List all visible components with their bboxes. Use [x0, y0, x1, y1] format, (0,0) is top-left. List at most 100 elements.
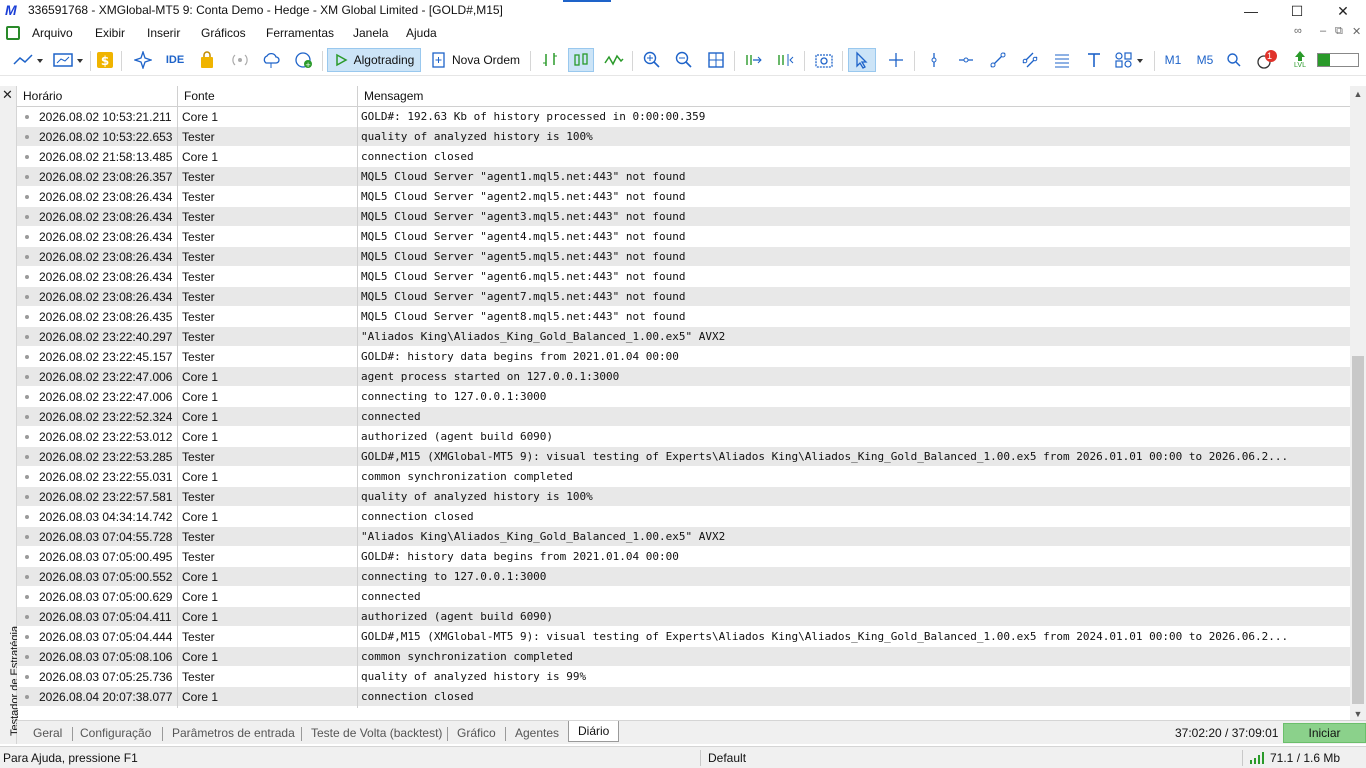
table-row[interactable]: 2026.08.02 21:58:13.485 Core 1 connection …: [17, 147, 1350, 167]
column-header-time[interactable]: Horário: [17, 86, 178, 107]
chart-type-icon[interactable]: [10, 48, 46, 72]
mdi-pin-icon[interactable]: ∞: [1294, 25, 1302, 37]
cell-source: Tester: [182, 350, 215, 364]
table-row[interactable]: 2026.08.02 23:08:26.357 Tester MQL5 Cloud …: [17, 167, 1350, 187]
svg-text:$: $: [101, 54, 109, 68]
vertical-line-icon[interactable]: [922, 48, 946, 72]
vertical-scrollbar[interactable]: ▲ ▼: [1350, 86, 1366, 722]
menu-ajuda[interactable]: Ajuda: [406, 26, 437, 40]
tab-geral[interactable]: Geral: [31, 724, 64, 742]
table-row[interactable]: 2026.08.02 23:22:53.012 Core 1 authorized …: [17, 427, 1350, 447]
dollar-icon[interactable]: $: [94, 48, 116, 72]
menu-inserir[interactable]: Inserir: [147, 26, 180, 40]
document-icon[interactable]: [6, 26, 20, 40]
close-icon[interactable]: ✕: [1320, 0, 1366, 22]
mdi-close-icon[interactable]: ✕: [1352, 25, 1361, 38]
table-row[interactable]: 2026.08.03 07:05:00.629 Core 1 connected: [17, 587, 1350, 607]
zoom-in-icon[interactable]: [640, 48, 664, 72]
start-button[interactable]: Iniciar: [1283, 723, 1366, 743]
cursor-icon[interactable]: [848, 48, 876, 72]
zoom-out-icon[interactable]: [672, 48, 696, 72]
algotrading-button[interactable]: Algotrading: [327, 48, 421, 72]
table-row[interactable]: 2026.08.02 23:22:45.157 Tester GOLD#: hist…: [17, 347, 1350, 367]
profile-name[interactable]: Default: [708, 751, 746, 765]
bar-chart-icon[interactable]: [538, 48, 562, 72]
notifications-icon[interactable]: 1: [1252, 48, 1280, 72]
menu-exibir[interactable]: Exibir: [95, 26, 125, 40]
table-row[interactable]: 2026.08.02 23:08:26.434 Tester MQL5 Cloud …: [17, 207, 1350, 227]
column-header-message[interactable]: Mensagem: [358, 86, 1350, 107]
table-row[interactable]: 2026.08.02 23:22:53.285 Tester GOLD#,M15 (…: [17, 447, 1350, 467]
cell-time: 2026.08.02 21:58:13.485: [39, 150, 173, 164]
table-row[interactable]: 2026.08.02 10:53:21.211 Core 1 GOLD#: 192.…: [17, 107, 1350, 127]
new-order-button[interactable]: Nova Ordem: [428, 48, 524, 72]
scroll-thumb[interactable]: [1352, 356, 1364, 704]
table-row[interactable]: 2026.08.02 23:22:55.031 Core 1 common sync…: [17, 467, 1350, 487]
minimize-icon[interactable]: —: [1228, 0, 1274, 22]
tab-configuracao[interactable]: Configuração: [78, 724, 153, 742]
table-row[interactable]: 2026.08.03 04:34:14.742 Core 1 connection …: [17, 507, 1350, 527]
tab-agentes[interactable]: Agentes: [513, 724, 561, 742]
scroll-up-icon[interactable]: ▲: [1350, 86, 1366, 102]
level-icon[interactable]: LVL: [1290, 48, 1310, 72]
timeframe-m5-button[interactable]: M5: [1192, 48, 1218, 72]
candlestick-icon[interactable]: [568, 48, 594, 72]
screenshot-icon[interactable]: [812, 48, 836, 72]
table-row[interactable]: 2026.08.02 23:08:26.434 Tester MQL5 Cloud …: [17, 247, 1350, 267]
vps-globe-icon[interactable]: +: [292, 48, 316, 72]
table-row[interactable]: 2026.08.02 23:08:26.434 Tester MQL5 Cloud …: [17, 227, 1350, 247]
table-row[interactable]: 2026.08.03 07:05:08.106 Core 1 common sync…: [17, 647, 1350, 667]
signal-icon[interactable]: [228, 48, 252, 72]
table-row[interactable]: 2026.08.02 23:08:26.434 Tester MQL5 Cloud …: [17, 267, 1350, 287]
tab-backtest[interactable]: Teste de Volta (backtest): [309, 724, 444, 742]
cell-source: Tester: [182, 130, 215, 144]
timeframe-m1-button[interactable]: M1: [1160, 48, 1186, 72]
search-icon[interactable]: [1224, 48, 1244, 72]
table-row[interactable]: 2026.08.02 23:22:57.581 Tester quality of …: [17, 487, 1350, 507]
table-row[interactable]: 2026.08.02 23:22:47.006 Core 1 agent proce…: [17, 367, 1350, 387]
line-chart-icon[interactable]: [602, 48, 626, 72]
table-row[interactable]: 2026.08.02 10:53:22.653 Tester quality of …: [17, 127, 1350, 147]
cloud-icon[interactable]: [260, 48, 282, 72]
table-row[interactable]: 2026.08.02 23:22:40.297 Tester "Aliados Ki…: [17, 327, 1350, 347]
tab-diario[interactable]: Diário: [568, 721, 620, 742]
table-row[interactable]: 2026.08.02 23:08:26.435 Tester MQL5 Cloud …: [17, 307, 1350, 327]
tab-grafico[interactable]: Gráfico: [455, 724, 498, 742]
row-bullet-icon: [25, 595, 29, 599]
table-row[interactable]: 2026.08.02 23:22:52.324 Core 1 connected: [17, 407, 1350, 427]
table-row[interactable]: 2026.08.02 23:08:26.434 Tester MQL5 Cloud …: [17, 187, 1350, 207]
table-row[interactable]: 2026.08.03 07:05:00.552 Core 1 connecting …: [17, 567, 1350, 587]
mdi-restore-icon[interactable]: ⧉: [1335, 25, 1343, 38]
shapes-icon[interactable]: [1112, 48, 1148, 72]
maximize-icon[interactable]: ☐: [1274, 0, 1320, 22]
table-row[interactable]: 2026.08.03 07:05:04.411 Core 1 authorized …: [17, 607, 1350, 627]
fibonacci-icon[interactable]: [1050, 48, 1074, 72]
chart-shift-icon[interactable]: [774, 48, 798, 72]
bag-icon[interactable]: [196, 48, 218, 72]
table-row[interactable]: 2026.08.02 23:22:47.006 Core 1 connecting …: [17, 387, 1350, 407]
menu-janela[interactable]: Janela: [353, 26, 388, 40]
close-panel-icon[interactable]: ✕: [2, 87, 13, 103]
channel-icon[interactable]: [1018, 48, 1042, 72]
scroll-end-icon[interactable]: [742, 48, 766, 72]
column-header-source[interactable]: Fonte: [178, 86, 358, 107]
tile-windows-icon[interactable]: [704, 48, 728, 72]
tab-parametros-de-entrada[interactable]: Parâmetros de entrada: [170, 724, 297, 742]
table-row[interactable]: 2026.08.03 07:05:04.444 Tester GOLD#,M15 (…: [17, 627, 1350, 647]
ide-button[interactable]: IDE: [162, 48, 188, 72]
table-row[interactable]: 2026.08.03 07:04:55.728 Tester "Aliados Ki…: [17, 527, 1350, 547]
mdi-minimize-icon[interactable]: –: [1320, 25, 1326, 37]
text-tool-icon[interactable]: [1082, 48, 1106, 72]
table-row[interactable]: 2026.08.02 23:08:26.434 Tester MQL5 Cloud …: [17, 287, 1350, 307]
sparkle-icon[interactable]: [131, 48, 155, 72]
horizontal-line-icon[interactable]: [954, 48, 978, 72]
menu-ferramentas[interactable]: Ferramentas: [266, 26, 334, 40]
menu-arquivo[interactable]: Arquivo: [32, 26, 73, 40]
crosshair-icon[interactable]: [884, 48, 908, 72]
trendline-icon[interactable]: [986, 48, 1010, 72]
table-row[interactable]: 2026.08.03 07:05:00.495 Tester GOLD#: hist…: [17, 547, 1350, 567]
table-row[interactable]: 2026.08.04 20:07:38.077 Core 1 connection …: [17, 687, 1350, 707]
table-row[interactable]: 2026.08.03 07:05:25.736 Tester quality of …: [17, 667, 1350, 687]
chart-template-icon[interactable]: [50, 48, 86, 72]
menu-graficos[interactable]: Gráficos: [201, 26, 246, 40]
